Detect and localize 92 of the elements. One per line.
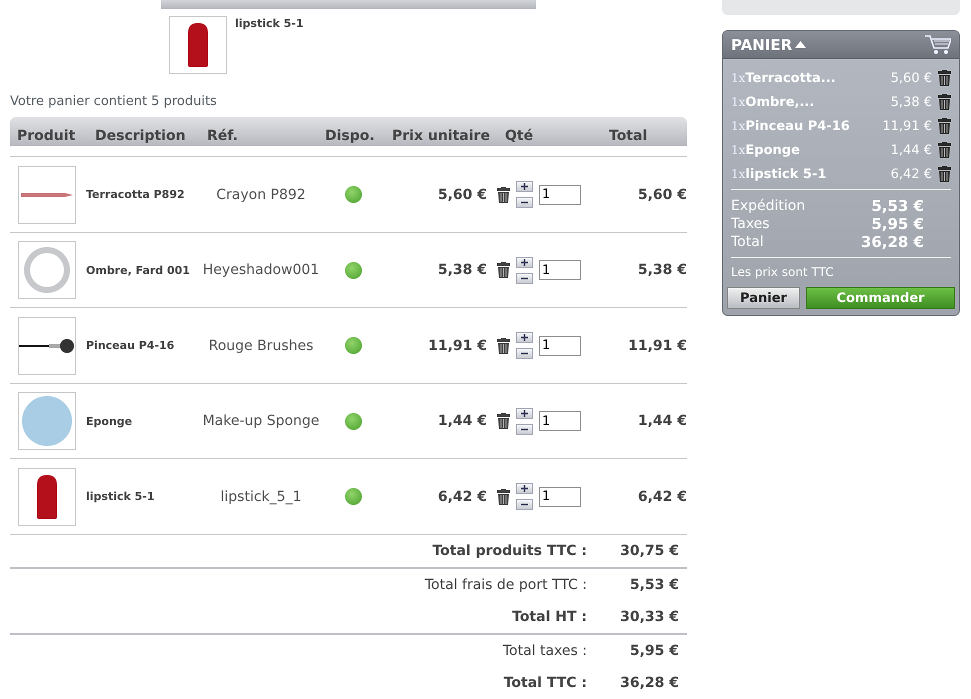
lipstick-image xyxy=(187,22,209,67)
product-reference: lipstick_5_1 xyxy=(220,488,302,505)
increase-button[interactable] xyxy=(516,332,533,344)
brush-image xyxy=(19,338,75,354)
line-total: 1,44 € xyxy=(636,413,687,430)
quantity-field[interactable]: 1 xyxy=(539,260,581,280)
trash-icon[interactable] xyxy=(938,166,951,182)
table-header: Produit Description Réf. Dispo. Prix unitaire Qté Total xyxy=(10,116,687,146)
plus-icon xyxy=(521,334,528,342)
decrease-button[interactable] xyxy=(516,348,533,360)
product-reference: Heyeshadow001 xyxy=(202,262,320,278)
item-name: lipstick 5-1 xyxy=(745,166,828,182)
line-total: 6,42 € xyxy=(636,488,687,505)
item-price: 5,60 € xyxy=(890,70,932,86)
plus-icon xyxy=(521,485,528,492)
caret-icon xyxy=(795,41,806,48)
decrease-button[interactable] xyxy=(516,499,533,510)
total-label: Total produits TTC : xyxy=(432,542,587,559)
product-name: Terracotta P892 xyxy=(86,188,186,202)
item-quantity: 1x xyxy=(731,143,746,157)
quantity-field[interactable]: 1 xyxy=(539,486,581,507)
trash-icon[interactable] xyxy=(497,186,510,203)
product-name: Pinceau P4-16 xyxy=(86,339,176,352)
item-quantity: 1x xyxy=(731,71,746,85)
item-name: Pinceau P4-16 xyxy=(745,118,851,134)
trash-icon[interactable] xyxy=(938,142,951,158)
quantity-field[interactable]: 1 xyxy=(539,411,581,432)
summary-value: 5,53 € xyxy=(871,197,924,215)
cart-count: Votre panier contient 5 produits xyxy=(10,94,218,109)
lipstick-image xyxy=(36,474,58,519)
item-price: 1,44 € xyxy=(890,142,932,158)
total-label: Total HT : xyxy=(512,608,587,625)
quantity-field[interactable]: 1 xyxy=(539,184,581,205)
total-label: Total frais de port TTC : xyxy=(424,576,587,593)
decrease-button[interactable] xyxy=(516,197,533,208)
item-name: Eponge xyxy=(745,142,801,158)
total-value: 30,75 € xyxy=(619,542,679,559)
trash-icon[interactable] xyxy=(497,262,510,278)
trash-icon[interactable] xyxy=(938,70,951,86)
item-price: 5,38 € xyxy=(890,94,932,110)
product-reference: Crayon P892 xyxy=(215,186,307,203)
decrease-button[interactable] xyxy=(516,272,533,284)
cart-button[interactable]: Panier xyxy=(727,287,800,309)
increase-button[interactable] xyxy=(516,483,533,494)
product-reference: Make-up Sponge xyxy=(202,413,320,430)
product-reference: Rouge Brushes xyxy=(208,338,314,354)
plus-icon xyxy=(521,258,528,266)
product-name: Ombre, Fard 001 xyxy=(86,264,191,277)
trash-icon[interactable] xyxy=(938,118,951,134)
item-name: Ombre,... xyxy=(745,94,816,110)
increase-button[interactable] xyxy=(516,181,533,192)
line-total: 5,60 € xyxy=(636,186,687,203)
price-note: Les prix sont TTC xyxy=(731,265,835,279)
trash-icon[interactable] xyxy=(938,94,951,110)
decrease-button[interactable] xyxy=(516,424,533,435)
total-label: Total TTC : xyxy=(504,674,587,691)
summary-label: Taxes xyxy=(731,216,770,232)
unit-price: 5,60 € xyxy=(436,186,487,203)
item-price: 6,42 € xyxy=(890,166,932,182)
total-value: 30,33 € xyxy=(619,608,679,625)
plus-icon xyxy=(521,183,528,190)
summary-label: Expédition xyxy=(731,198,806,214)
item-price: 11,91 € xyxy=(882,118,932,134)
unit-price: 6,42 € xyxy=(436,488,487,505)
trash-icon[interactable] xyxy=(497,413,510,430)
line-total: 11,91 € xyxy=(627,338,687,354)
total-value: 36,28 € xyxy=(619,674,679,691)
pencil-image xyxy=(21,192,73,198)
unit-price: 1,44 € xyxy=(436,413,487,430)
total-value: 5,53 € xyxy=(628,576,679,593)
increase-button[interactable] xyxy=(516,256,533,268)
unit-price: 11,91 € xyxy=(427,338,487,354)
product-name: Eponge xyxy=(86,414,134,428)
line-total: 5,38 € xyxy=(636,262,687,278)
trash-icon[interactable] xyxy=(497,488,510,505)
cart-icon xyxy=(925,34,951,54)
increase-button[interactable] xyxy=(516,408,533,419)
summary-value: 5,95 € xyxy=(871,215,924,233)
summary-value: 36,28 € xyxy=(860,233,924,251)
item-quantity: 1x xyxy=(731,167,746,181)
item-quantity: 1x xyxy=(731,119,746,133)
summary-label: Total xyxy=(731,234,764,250)
trash-icon[interactable] xyxy=(497,338,510,354)
item-name: Terracotta... xyxy=(745,70,837,86)
total-label: Total taxes : xyxy=(502,642,587,659)
unit-price: 5,38 € xyxy=(436,262,487,278)
total-value: 5,95 € xyxy=(628,642,679,659)
product-name: lipstick 5-1 xyxy=(86,490,156,504)
quantity-field[interactable]: 1 xyxy=(539,336,581,356)
item-quantity: 1x xyxy=(731,95,746,109)
product-name: lipstick 5-1 xyxy=(235,16,304,32)
plus-icon xyxy=(521,410,528,417)
